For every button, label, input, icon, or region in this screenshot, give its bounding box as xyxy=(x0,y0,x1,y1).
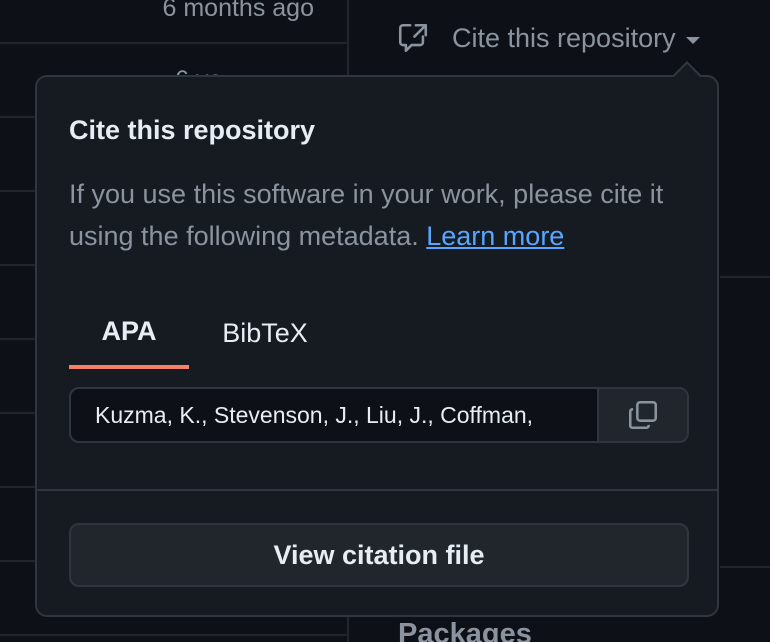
copy-button[interactable] xyxy=(597,389,687,441)
page: 6 months ago 6 ye Packages Cite this rep… xyxy=(0,0,770,642)
citation-field-group: Kuzma, K., Stevenson, J., Liu, J., Coffm… xyxy=(69,387,689,443)
citation-text-field[interactable]: Kuzma, K., Stevenson, J., Liu, J., Coffm… xyxy=(71,389,597,441)
last-commit-time: 6 months ago xyxy=(162,0,315,22)
citation-format-tabs: APA BibTeX xyxy=(69,297,341,371)
sidebar-divider xyxy=(720,276,770,278)
popover-description: If you use this software in your work, p… xyxy=(69,173,699,257)
cite-popover: Cite this repository If you use this sof… xyxy=(35,75,719,617)
cite-repository-button[interactable]: Cite this repository xyxy=(396,16,700,60)
copy-icon xyxy=(628,400,658,430)
cite-repository-label: Cite this repository xyxy=(452,22,676,53)
tab-apa[interactable]: APA xyxy=(69,297,189,369)
caret-down-icon xyxy=(685,36,700,44)
popover-arrow-fill xyxy=(674,64,700,77)
view-citation-file-button[interactable]: View citation file xyxy=(69,523,689,587)
learn-more-link[interactable]: Learn more xyxy=(426,221,564,251)
tab-bibtex[interactable]: BibTeX xyxy=(189,297,341,369)
file-row-divider xyxy=(0,634,347,636)
sidebar-divider xyxy=(720,566,770,568)
popover-title: Cite this repository xyxy=(69,115,316,145)
packages-heading: Packages xyxy=(398,618,532,642)
external-citation-icon xyxy=(398,23,428,53)
file-row-divider xyxy=(0,42,347,44)
popover-divider xyxy=(37,489,717,491)
description-text: If you use this software in your work, p… xyxy=(69,179,664,251)
